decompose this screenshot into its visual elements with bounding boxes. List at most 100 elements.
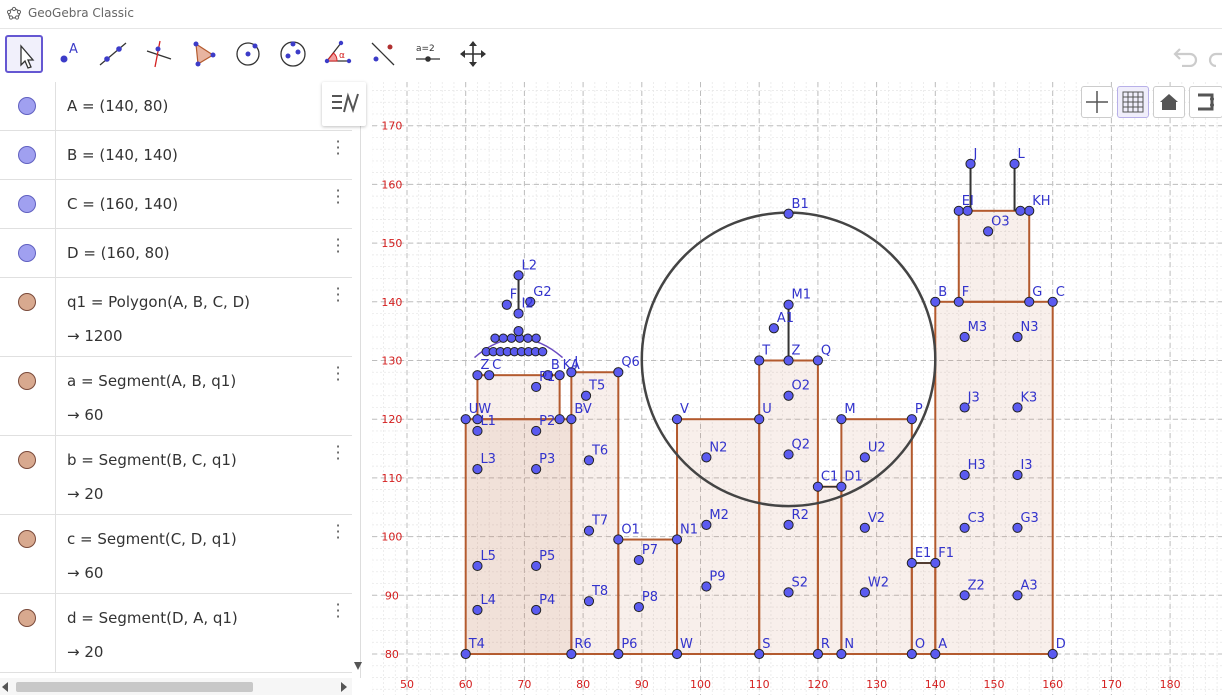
y-tick-label: 150	[381, 237, 402, 250]
algebra-row[interactable]: q1 = Polygon(A, B, C, D) → 1200 · · ·	[0, 278, 352, 357]
more-menu-icon[interactable]: · · ·	[332, 518, 344, 546]
point-label: A1	[777, 311, 794, 326]
reflect-tool[interactable]	[364, 35, 402, 73]
more-menu-icon[interactable]: · · ·	[332, 439, 344, 467]
visibility-marble-icon[interactable]	[18, 97, 36, 115]
more-menu-icon[interactable]: · · ·	[332, 281, 344, 309]
row-divider	[55, 278, 56, 356]
ellipse-tool[interactable]	[274, 35, 312, 73]
visibility-marble-icon[interactable]	[18, 146, 36, 164]
scroll-thumb[interactable]	[16, 682, 253, 692]
move-graphics-tool[interactable]	[454, 35, 492, 73]
point[interactable]	[498, 333, 508, 343]
point-tool[interactable]: A	[49, 35, 87, 73]
point-label: R6	[574, 637, 591, 652]
point[interactable]	[531, 333, 541, 343]
algebra-definition[interactable]: c = Segment(C, D, q1)	[67, 530, 237, 548]
point-label: N2	[709, 440, 727, 455]
algebra-row[interactable]: B = (140, 140) · · ·	[0, 131, 352, 180]
toggle-axes-button[interactable]	[1081, 86, 1113, 118]
perpendicular-icon	[146, 40, 172, 68]
scroll-down-icon[interactable]	[354, 82, 362, 678]
slider-tool[interactable]: a=2	[409, 35, 447, 73]
algebra-definition[interactable]: D = (160, 80)	[67, 244, 170, 262]
visibility-marble-icon[interactable]	[18, 451, 36, 469]
point-label: L4	[480, 593, 496, 608]
point-label: V	[680, 402, 689, 417]
point-label: N	[844, 637, 854, 652]
point-label: D1	[844, 470, 862, 485]
point[interactable]	[513, 326, 524, 337]
point-label: T5	[588, 379, 605, 394]
axes-icon	[1086, 91, 1108, 113]
y-tick-label: 160	[381, 178, 402, 191]
move-tool[interactable]	[5, 35, 43, 73]
point-label: T4	[468, 637, 485, 652]
point[interactable]	[490, 333, 500, 343]
undo-icon[interactable]	[1172, 45, 1200, 67]
point-label: O1	[621, 523, 640, 538]
point-label: P4	[539, 593, 555, 608]
graphics-canvas[interactable]: T4 R6 P6 W S R N O A D B C F G EI KH J L O3 M3 N3 J3 K3 H3 I3 C3 G…	[372, 82, 1222, 695]
point-label: I2	[522, 297, 534, 312]
visibility-marble-icon[interactable]	[18, 609, 36, 627]
angle-tool[interactable]: α	[319, 35, 357, 73]
algebra-definition[interactable]: B = (140, 140)	[67, 146, 178, 164]
x-tick-label: 180	[1160, 678, 1181, 691]
point[interactable]	[523, 333, 533, 343]
polygon[interactable]	[816, 485, 843, 655]
algebra-definition[interactable]: b = Segment(B, C, q1)	[67, 451, 237, 469]
polygon[interactable]	[934, 300, 1054, 656]
algebra-scrollbar[interactable]	[354, 82, 362, 678]
more-menu-icon[interactable]: · · ·	[332, 183, 344, 211]
polygon-tool[interactable]	[184, 35, 222, 73]
more-menu-icon[interactable]: · · ·	[332, 232, 344, 260]
more-menu-icon[interactable]: · · ·	[332, 360, 344, 388]
algebra-definition[interactable]: C = (160, 140)	[67, 195, 178, 213]
visibility-marble-icon[interactable]	[18, 244, 36, 262]
point-label: S2	[792, 575, 809, 590]
algebra-row[interactable]: c = Segment(C, D, q1) → 60 · · ·	[0, 515, 352, 594]
point[interactable]	[1015, 205, 1026, 216]
algebra-row[interactable]: b = Segment(B, C, q1) → 20 · · ·	[0, 436, 352, 515]
row-divider	[55, 82, 56, 130]
more-menu-icon[interactable]: · · ·	[332, 597, 344, 625]
algebra-definition[interactable]: a = Segment(A, B, q1)	[67, 372, 236, 390]
perpendicular-tool[interactable]	[139, 35, 177, 73]
algebra-value: → 20	[67, 643, 104, 661]
visibility-marble-icon[interactable]	[18, 293, 36, 311]
graphics-style-toggle[interactable]	[1189, 86, 1222, 118]
point-label: G2	[533, 285, 551, 300]
graphics-view[interactable]: T4 R6 P6 W S R N O A D B C F G EI KH J L O3 M3 N3 J3 K3 H3 I3 C3 G…	[372, 82, 1222, 695]
home-button[interactable]	[1153, 86, 1185, 118]
algebra-row[interactable]: a = Segment(A, B, q1) → 60 · · ·	[0, 357, 352, 436]
line-tool[interactable]	[94, 35, 132, 73]
point[interactable]	[506, 333, 517, 343]
point-label: G	[1032, 285, 1042, 300]
point[interactable]	[554, 414, 565, 425]
y-tick-label: 90	[385, 589, 399, 602]
algebra-row[interactable]: A = (140, 80)	[0, 82, 352, 131]
scroll-left-icon[interactable]	[2, 682, 10, 692]
circle-tool[interactable]	[229, 35, 267, 73]
algebra-definition[interactable]: A = (140, 80)	[67, 97, 168, 115]
toggle-grid-button[interactable]	[1117, 86, 1149, 118]
scroll-right-icon[interactable]	[341, 682, 349, 692]
algebra-horizontal-scrollbar[interactable]	[0, 678, 352, 695]
point-label: P6	[621, 637, 637, 652]
point-label: T6	[591, 443, 608, 458]
algebra-definition[interactable]: d = Segment(D, A, q1)	[67, 609, 238, 627]
point[interactable]	[537, 346, 548, 357]
visibility-marble-icon[interactable]	[18, 530, 36, 548]
algebra-row[interactable]: D = (160, 80) · · ·	[0, 229, 352, 278]
visibility-marble-icon[interactable]	[18, 195, 36, 213]
redo-icon[interactable]	[1208, 45, 1222, 67]
point-label: R	[821, 637, 830, 652]
algebra-view: A = (140, 80) B = (140, 140) · · · C = (160, …	[0, 82, 361, 678]
algebra-definition[interactable]: q1 = Polygon(A, B, C, D)	[67, 293, 250, 311]
algebra-row[interactable]: C = (160, 140) · · ·	[0, 180, 352, 229]
visibility-marble-icon[interactable]	[18, 372, 36, 390]
svg-text:α: α	[339, 51, 345, 61]
algebra-row[interactable]: d = Segment(D, A, q1) → 20 · · ·	[0, 594, 352, 673]
more-menu-icon[interactable]: · · ·	[332, 134, 344, 162]
